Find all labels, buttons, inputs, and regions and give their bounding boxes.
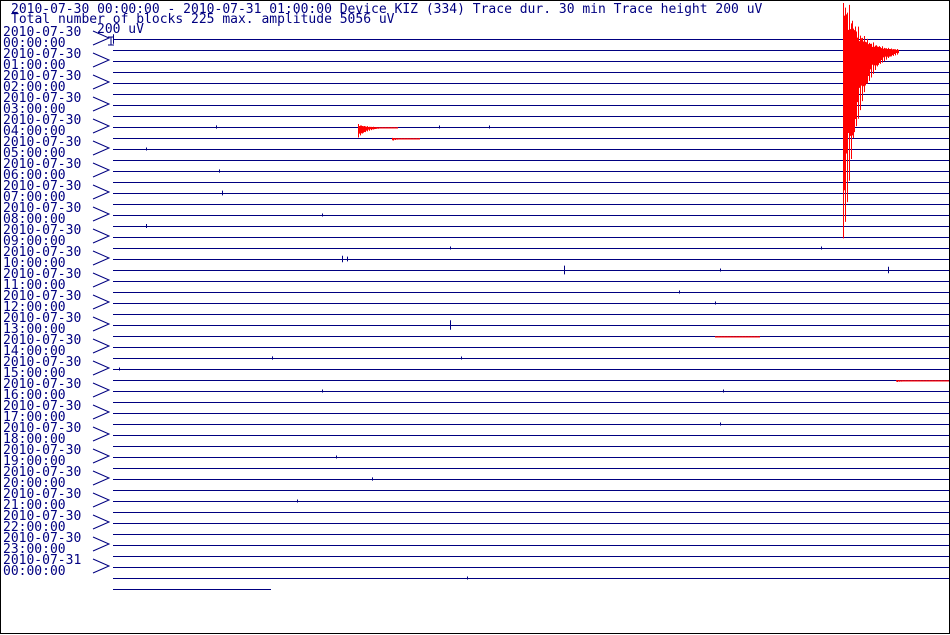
hour-marker <box>92 338 111 354</box>
hour-marker <box>92 206 111 222</box>
hour-marker <box>92 140 111 156</box>
trace-spikes <box>113 34 889 580</box>
seismogram-frame: 2010-07-30 00:00:00 - 2010-07-31 01:00:0… <box>0 0 950 634</box>
hour-marker <box>92 74 111 90</box>
event-waveform <box>358 124 398 138</box>
hour-marker <box>92 426 111 442</box>
hour-marker <box>92 316 111 332</box>
hour-marker <box>92 448 111 464</box>
event-waveform <box>843 3 899 239</box>
seismogram-plot: 2010-07-30 00:00:00 - 2010-07-31 01:00:0… <box>3 2 949 590</box>
hour-marker <box>92 514 111 530</box>
event-waveform <box>715 336 760 338</box>
hour-marker <box>92 492 111 508</box>
hour-marker <box>92 382 111 398</box>
hour-marker <box>92 228 111 244</box>
trace-lines <box>113 39 949 590</box>
hour-marker <box>92 470 111 486</box>
hour-marker <box>92 118 111 134</box>
hour-labels: 2010-07-3000:00:002010-07-3001:00:002010… <box>3 25 111 579</box>
hour-marker <box>92 96 111 112</box>
hour-marker <box>92 272 111 288</box>
hour-marker <box>92 250 111 266</box>
hour-marker <box>92 294 111 310</box>
scale-label: 200 uV <box>97 22 144 37</box>
event-waveform <box>896 380 949 382</box>
hour-marker <box>92 536 111 552</box>
hour-marker <box>92 404 111 420</box>
hour-label-time: 00:00:00 <box>3 564 66 579</box>
hour-marker <box>92 184 111 200</box>
hour-marker <box>92 52 111 68</box>
hour-marker <box>92 360 111 376</box>
hour-marker <box>92 558 111 574</box>
event-waveform <box>392 137 420 141</box>
hour-marker <box>92 162 111 178</box>
